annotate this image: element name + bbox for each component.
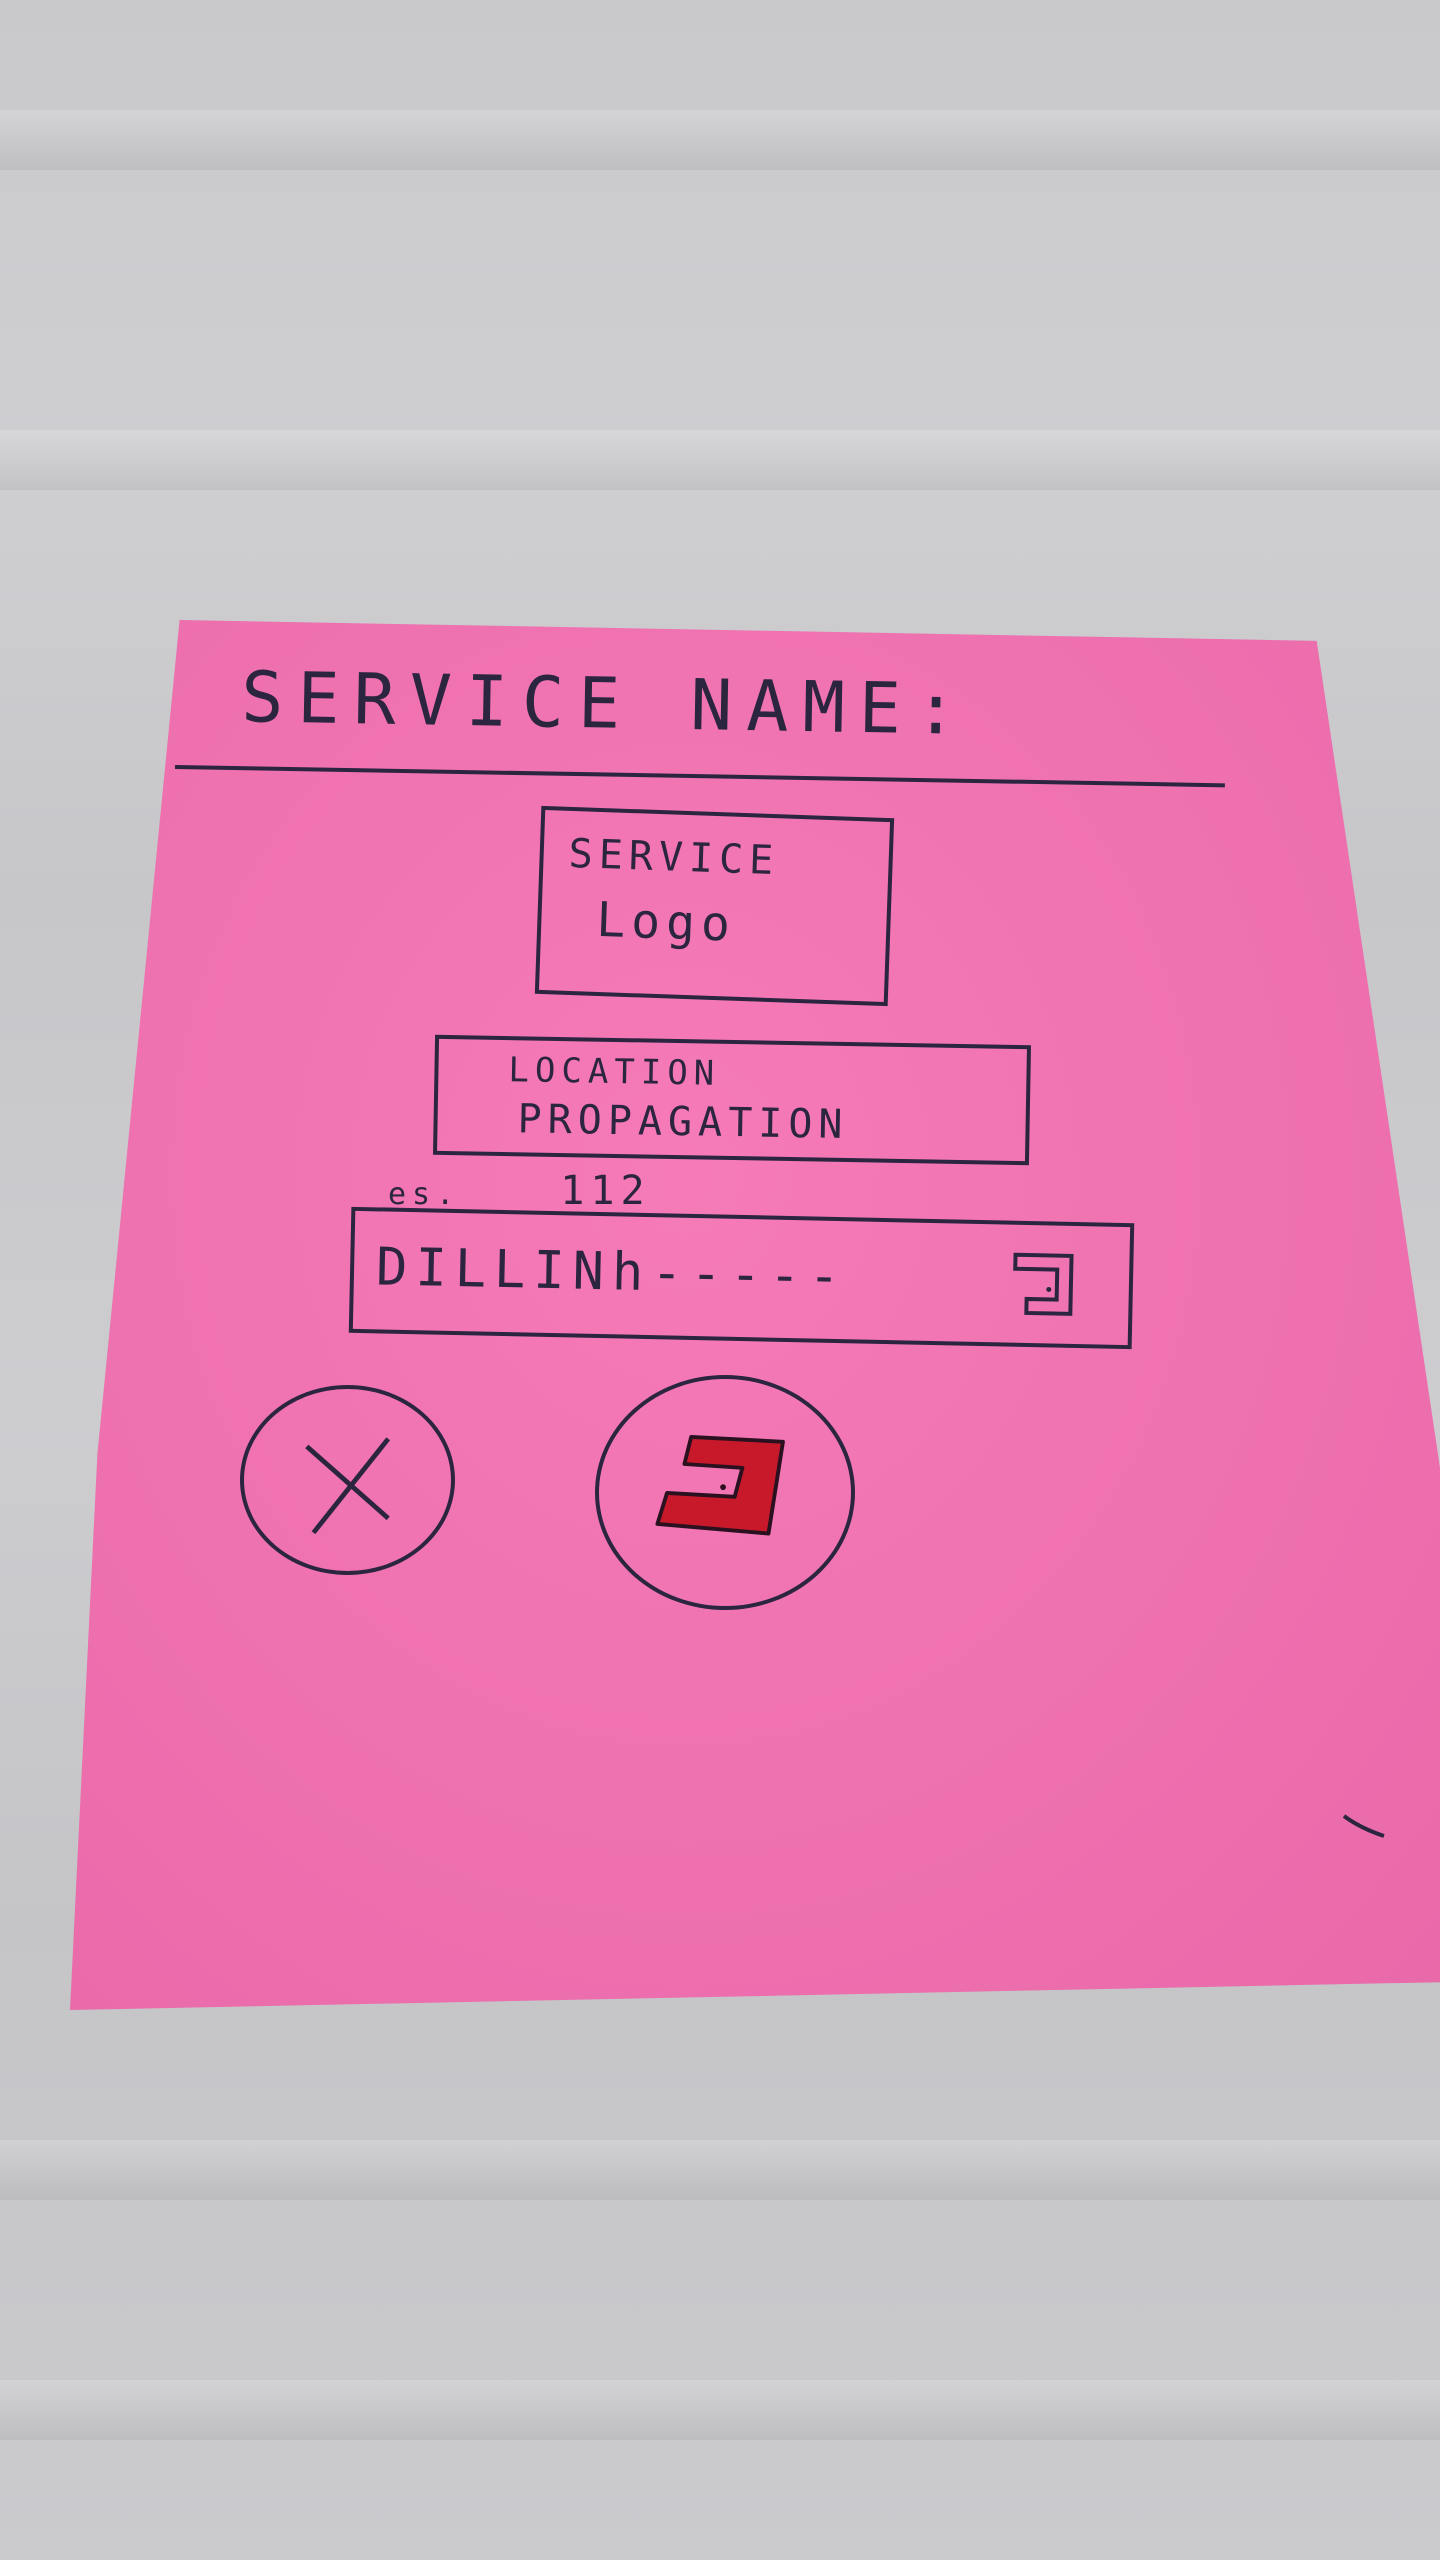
service-logo: SERVICE Logo bbox=[534, 805, 895, 1007]
return-icon bbox=[655, 1435, 785, 1536]
logo-label-line1: SERVICE bbox=[567, 830, 780, 885]
cancel-button[interactable] bbox=[240, 1385, 455, 1575]
logo-label-line2: Logo bbox=[595, 891, 737, 953]
background-fold bbox=[0, 430, 1440, 490]
background-fold bbox=[0, 110, 1440, 170]
background-fold bbox=[0, 2140, 1440, 2200]
close-icon bbox=[305, 1437, 391, 1535]
confirm-button[interactable] bbox=[595, 1375, 855, 1610]
app-header: SERVICE NAME: bbox=[175, 620, 1228, 788]
return-icon[interactable] bbox=[1004, 1243, 1090, 1329]
location-propagation-field[interactable]: LOCATION PROPAGATION bbox=[432, 1034, 1032, 1166]
dial-input-value: DILLINh----- bbox=[375, 1237, 849, 1308]
dial-input[interactable]: DILLINh----- bbox=[348, 1206, 1135, 1350]
location-label-line1: LOCATION bbox=[508, 1050, 721, 1094]
example-value: 112 bbox=[560, 1168, 651, 1214]
example-prefix: es. bbox=[388, 1177, 461, 1212]
example-hint: es. 112 bbox=[388, 1168, 651, 1214]
page-title: SERVICE NAME: bbox=[240, 656, 972, 751]
background-fold bbox=[0, 2380, 1440, 2440]
pen-mark bbox=[1342, 1814, 1385, 1838]
location-label-line2: PROPAGATION bbox=[517, 1096, 849, 1149]
